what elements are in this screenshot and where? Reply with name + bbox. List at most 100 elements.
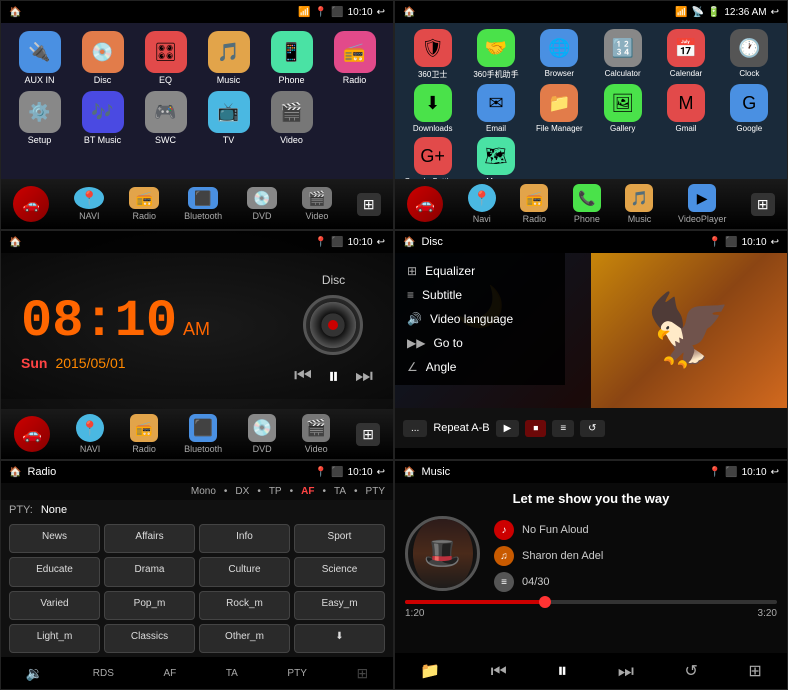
indicator-mono: Mono [191, 486, 216, 497]
app-browser[interactable]: 🌐 Browser [530, 29, 589, 80]
app-radio[interactable]: 📻 Radio [326, 31, 383, 85]
nav-car-p3[interactable]: 🚗 [14, 416, 50, 452]
rds-button[interactable]: RDS [93, 668, 114, 679]
genre-easy-m[interactable]: Easy_m [294, 591, 385, 620]
play-pause-button-p6[interactable]: ⏸ [557, 660, 567, 683]
nav-bluetooth-p3[interactable]: ⬛ Bluetooth [184, 414, 222, 454]
genre-drama[interactable]: Drama [104, 557, 195, 586]
more-button-p6[interactable]: ⊞ [748, 661, 761, 681]
folder-button[interactable]: 📁 [420, 661, 440, 681]
subtitle-icon: ≡ [407, 288, 414, 302]
nav-video-p3[interactable]: 🎬 Video [302, 414, 330, 454]
menu-angle[interactable]: ∠ Angle [395, 355, 565, 379]
grid-button[interactable]: ⊞ [357, 193, 381, 216]
grid-button-p2[interactable]: ⊞ [751, 193, 775, 216]
genre-educate[interactable]: Educate [9, 557, 100, 586]
app-bt-music[interactable]: 🎶 BT Music [74, 91, 131, 145]
app-music[interactable]: 🎵 Music [200, 31, 257, 85]
nav-radio-p3[interactable]: 📻 Radio [130, 414, 158, 454]
music-title: Music [421, 466, 450, 478]
menu-dots-button[interactable]: ... [403, 420, 427, 437]
artist1-icon: ♪ [494, 520, 514, 540]
app-swc[interactable]: 🎮 SWC [137, 91, 194, 145]
menu-video-language[interactable]: 🔊 Video language [395, 307, 565, 331]
nav-item-bluetooth[interactable]: ⬛ Bluetooth [184, 187, 222, 221]
nav-item-video[interactable]: 🎬 Video [302, 187, 332, 221]
play-pause-button[interactable]: ⏸ [328, 363, 339, 389]
app-video[interactable]: 🎬 Video [263, 91, 320, 145]
app-email[interactable]: ✉ Email [466, 84, 525, 133]
next-button[interactable]: ⏭ [355, 365, 373, 388]
af-button[interactable]: AF [163, 668, 176, 679]
app-360-assistant[interactable]: 🤝 360手机助手 [466, 29, 525, 80]
genre-culture[interactable]: Culture [199, 557, 290, 586]
menu-equalizer[interactable]: ⊞ Equalizer [395, 259, 565, 283]
app-calculator[interactable]: 🔢 Calculator [593, 29, 652, 80]
next-button-p6[interactable]: ⏭ [618, 661, 634, 682]
nav-item-navi[interactable]: 📍 NAVI [74, 187, 104, 221]
genre-light-m[interactable]: Light_m [9, 624, 100, 653]
disc-center [328, 320, 338, 330]
nav-dvd-p3[interactable]: 💿 DVD [248, 414, 276, 454]
pty-button[interactable]: PTY [287, 668, 306, 679]
volume-icon-p5: 🔉 [26, 665, 43, 682]
app-file-manager[interactable]: 📁 File Manager [530, 84, 589, 133]
progress-bar[interactable] [405, 600, 777, 604]
app-gallery[interactable]: 🖼 Gallery [593, 84, 652, 133]
menu-subtitle[interactable]: ≡ Subtitle [395, 283, 565, 307]
genre-news[interactable]: News [9, 524, 100, 553]
prev-button-p6[interactable]: ⏮ [491, 661, 507, 682]
genre-info[interactable]: Info [199, 524, 290, 553]
indicator-dot5: • [354, 486, 358, 497]
play-button-p4[interactable]: ▶ [496, 420, 520, 437]
nav-item-radio[interactable]: 📻 Radio [129, 187, 159, 221]
ta-button[interactable]: TA [226, 668, 238, 679]
nav-navi-p3[interactable]: 📍 NAVI [76, 414, 104, 454]
nav-car-p2[interactable]: 🚗 [407, 186, 443, 222]
app-google[interactable]: G Google [720, 84, 779, 133]
nav-navi-p2[interactable]: 📍 Navi [468, 184, 496, 224]
nav-videoplayer-p2[interactable]: ▶ VideoPlayer [678, 184, 726, 224]
360-assistant-icon: 🤝 [477, 29, 515, 67]
genre-affairs[interactable]: Affairs [104, 524, 195, 553]
app-aux-in[interactable]: 🔌 AUX IN [11, 31, 68, 85]
app-disc[interactable]: 💿 Disc [74, 31, 131, 85]
genre-varied[interactable]: Varied [9, 591, 100, 620]
repeat-button-p6[interactable]: ↺ [684, 661, 697, 681]
nav-item-car[interactable]: 🚗 [13, 186, 49, 222]
wifi-icon: 📶 [675, 7, 687, 18]
genre-science[interactable]: Science [294, 557, 385, 586]
nav-item-dvd[interactable]: 💿 DVD [247, 187, 277, 221]
grid-button-p3[interactable]: ⊞ [356, 423, 380, 446]
disc-title: Disc [421, 236, 442, 248]
music-nav-icon-p2: 🎵 [625, 184, 653, 212]
app-downloads[interactable]: ⬇ Downloads [403, 84, 462, 133]
list-button-p4[interactable]: ≡ [552, 420, 574, 437]
time-current: 1:20 [405, 608, 424, 619]
app-eq[interactable]: 🎛 EQ [137, 31, 194, 85]
genre-rock-m[interactable]: Rock_m [199, 591, 290, 620]
genre-more[interactable]: ⬇ [294, 624, 385, 653]
app-clock[interactable]: 🕐 Clock [720, 29, 779, 80]
genre-other-m[interactable]: Other_m [199, 624, 290, 653]
back-icon-p1: ↩ [377, 7, 385, 18]
app-360-security[interactable]: 🛡 360卫士 [403, 29, 462, 80]
nav-music-p2[interactable]: 🎵 Music [625, 184, 653, 224]
menu-goto[interactable]: ▶▶ Go to [395, 331, 565, 355]
app-calendar[interactable]: 📅 Calendar [656, 29, 715, 80]
stop-button-p4[interactable]: ⏹ [525, 420, 546, 437]
track-text: 04/30 [522, 576, 550, 588]
genre-pop-m[interactable]: Pop_m [104, 591, 195, 620]
nav-radio-p2[interactable]: 📻 Radio [520, 184, 548, 224]
prev-button[interactable]: ⏮ [294, 365, 312, 388]
app-gmail[interactable]: M Gmail [656, 84, 715, 133]
app-tv[interactable]: 📺 TV [200, 91, 257, 145]
repeat-button-p4[interactable]: ↺ [580, 420, 604, 437]
app-setup[interactable]: ⚙️ Setup [11, 91, 68, 145]
genre-classics[interactable]: Classics [104, 624, 195, 653]
nav-phone-p2[interactable]: 📞 Phone [573, 184, 601, 224]
clock-time: 08:10 [21, 292, 177, 351]
app-phone[interactable]: 📱 Phone [263, 31, 320, 85]
genre-sport[interactable]: Sport [294, 524, 385, 553]
music-content: Let me show you the way 🎩 ♪ No Fun Aloud… [395, 483, 787, 653]
